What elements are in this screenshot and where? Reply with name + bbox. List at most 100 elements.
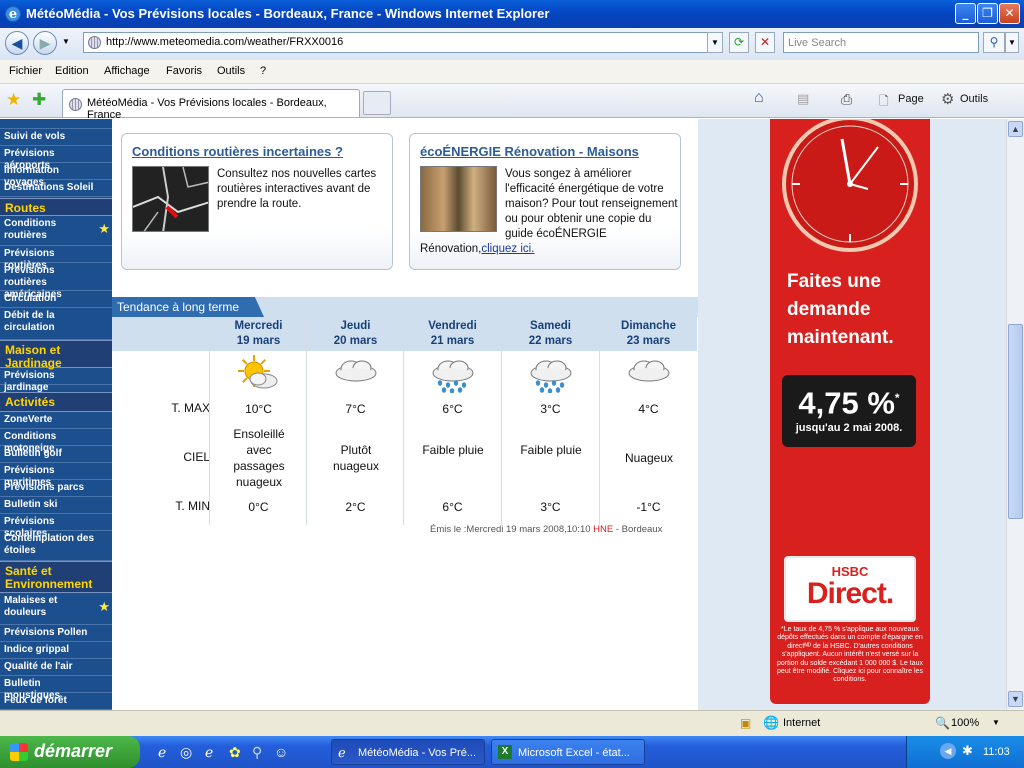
tab-meteomedia[interactable]: MétéoMédia - Vos Prévisions locales - Bo… [62, 89, 360, 121]
menu-affichage[interactable]: Affichage [104, 65, 150, 77]
feeds-icon[interactable]: ▤ [797, 91, 809, 107]
sidebar-item-24[interactable]: Indice grippal [0, 642, 112, 659]
new-tab-button[interactable] [363, 91, 391, 115]
sidebar-item-11[interactable]: Prévisions jardinage [0, 368, 112, 393]
add-favorite-icon[interactable]: ✚ [32, 90, 46, 110]
quicklaunch-ie-icon[interactable]: ℯ [158, 744, 166, 761]
back-button[interactable]: ◀ [5, 31, 29, 55]
sidebar-item-8[interactable]: Circulation [0, 291, 112, 308]
ie-logo-icon: e [5, 6, 21, 22]
tmax-value: 10°C [245, 402, 272, 416]
quicklaunch-ie2-icon[interactable]: ℯ [205, 744, 213, 761]
forecast-day-header: Mercredi 19 mars [210, 317, 307, 351]
search-icon[interactable]: ⚲ [983, 32, 1005, 53]
start-button[interactable]: démarrer [0, 736, 140, 768]
quicklaunch-search-icon[interactable]: ⚲ [252, 744, 262, 761]
address-dropdown-button[interactable]: ▼ [707, 32, 723, 53]
menu-outils[interactable]: Outils [217, 65, 245, 77]
main-content: Conditions routières incertaines ? Consu… [112, 119, 698, 710]
sidebar-item-label: Destinations Soleil [4, 182, 94, 193]
sidebar-item-16[interactable]: Prévisions maritimes [0, 463, 112, 488]
energy-card-title[interactable]: écoÉNERGIE Rénovation - Maisons [420, 144, 639, 159]
sidebar-item-14[interactable]: Conditions motoneige [0, 429, 112, 454]
maximize-button[interactable]: ❐ [977, 3, 998, 24]
day-date: 21 mars [430, 335, 475, 347]
issued-timezone: HNE [593, 524, 614, 535]
zone-label: Internet [783, 717, 821, 729]
road-card-text: Consultez nos nouvelles cartes routières… [217, 168, 377, 210]
close-button[interactable]: ✕ [999, 3, 1020, 24]
scroll-up-button[interactable]: ▲ [1008, 121, 1023, 137]
sidebar-item-26[interactable]: Bulletin moustiques [0, 676, 112, 701]
search-input[interactable]: Live Search [783, 32, 979, 53]
hsbc-ad[interactable]: Faites une demande maintenant. 4,75 %* j… [770, 119, 930, 704]
scroll-down-button[interactable]: ▼ [1008, 691, 1023, 707]
sidebar-section-12: Activités [0, 392, 112, 412]
sidebar-item-7[interactable]: Prévisions routières américaines [0, 263, 112, 300]
sidebar-item-19[interactable]: Prévisions scolaires [0, 514, 112, 539]
tools-menu[interactable]: Outils [960, 93, 988, 105]
print-icon[interactable]: ⎙ [841, 91, 852, 108]
sidebar-item-25[interactable]: Qualité de l'air [0, 659, 112, 676]
home-icon[interactable]: ⌂ [754, 89, 764, 107]
sidebar-item-label: Suivi de vols [4, 131, 66, 142]
vertical-scrollbar[interactable]: ▲ ▼ [1006, 119, 1024, 710]
favorites-star-icon[interactable]: ★ [6, 90, 21, 110]
stop-button[interactable]: ✕ [755, 32, 775, 53]
zoom-dropdown-icon[interactable]: ▼ [992, 718, 1000, 727]
sidebar-item-17[interactable]: Prévisions parcs [0, 480, 112, 497]
sidebar-item-5[interactable]: Conditions routières ★ [0, 216, 112, 246]
menu-help[interactable]: ? [260, 65, 266, 77]
sidebar-item-27[interactable]: Feux de forêt [0, 693, 112, 710]
sidebar-item-6[interactable]: Prévisions routières [0, 246, 112, 271]
menu-favoris[interactable]: Favoris [166, 65, 202, 77]
quicklaunch-app-icon[interactable]: ✿ [229, 744, 241, 761]
sidebar-item-18[interactable]: Bulletin ski [0, 497, 112, 514]
address-field[interactable]: http://www.meteomedia.com/weather/FRXX00… [83, 32, 723, 53]
image-spacer [420, 167, 505, 229]
sidebar-item-1[interactable]: Prévisions aéroports [0, 146, 112, 171]
sidebar-item-13[interactable]: ZoneVerte [0, 412, 112, 429]
page-menu[interactable]: Page [898, 93, 924, 105]
sidebar-item-20[interactable]: Contemplation des étoiles [0, 531, 112, 561]
tray-expand-icon[interactable]: ◀ [940, 743, 956, 759]
menu-fichier[interactable]: Fichier [9, 65, 42, 77]
zoom-level[interactable]: 100% [951, 717, 979, 729]
forward-button[interactable]: ▶ [33, 31, 57, 55]
day-name: Samedi [530, 320, 571, 332]
energy-card-link[interactable]: cliquez ici. [481, 243, 534, 255]
forecast-label-header [112, 317, 210, 351]
quicklaunch-messenger-icon[interactable]: ☺ [274, 744, 288, 760]
refresh-button[interactable]: ⟳ [729, 32, 749, 53]
road-map-thumbnail[interactable] [132, 166, 209, 232]
task-excel-window[interactable]: X Microsoft Excel - état... [491, 739, 645, 765]
sidebar-item-0[interactable]: Suivi de vols [0, 129, 112, 146]
sidebar-item-22[interactable]: Malaises et douleurs ★ [0, 593, 112, 625]
search-options-button[interactable]: ▼ [1005, 32, 1019, 53]
clock: 11:03 [983, 746, 1010, 758]
minimize-button[interactable]: _ [955, 3, 976, 24]
sidebar-item-label: Débit de la circulation [4, 310, 55, 333]
sidebar-item-2[interactable]: Information voyages [0, 163, 112, 188]
road-card-title[interactable]: Conditions routières incertaines ? [132, 144, 343, 159]
history-dropdown-icon[interactable]: ▼ [62, 37, 70, 46]
sidebar-item-label: Prévisions jardinage [4, 370, 55, 393]
forecast-day-header: Jeudi 20 mars [307, 317, 404, 351]
sidebar-item-15[interactable]: Bulletin golf [0, 446, 112, 463]
gear-icon: ⚙ [941, 91, 955, 108]
sidebar-item-23[interactable]: Prévisions Pollen [0, 625, 112, 642]
road-conditions-card: Conditions routières incertaines ? Consu… [121, 133, 393, 270]
sidebar-item-clipped[interactable] [0, 119, 112, 129]
sidebar-item-3[interactable]: Destinations Soleil [0, 180, 112, 197]
tray-network-icon[interactable]: ✱ [962, 743, 973, 759]
issued-prefix: Émis le :Mercredi 19 mars 2008,10:10 [430, 524, 591, 535]
sidebar-item-label: Qualité de l'air [4, 661, 73, 672]
scroll-thumb[interactable] [1008, 324, 1023, 519]
task-ie-window[interactable]: ℯ MétéoMédia - Vos Pré... [331, 739, 485, 765]
sidebar-item-9[interactable]: Débit de la circulation [0, 308, 112, 340]
ad-rate-box: 4,75 %* jusqu'au 2 mai 2008. [782, 375, 916, 447]
quicklaunch-outlook-icon[interactable]: ◎ [180, 744, 192, 761]
start-label: démarrer [34, 741, 113, 761]
menu-edition[interactable]: Edition [55, 65, 89, 77]
sidebar-item-label: Conditions routières [4, 218, 57, 241]
